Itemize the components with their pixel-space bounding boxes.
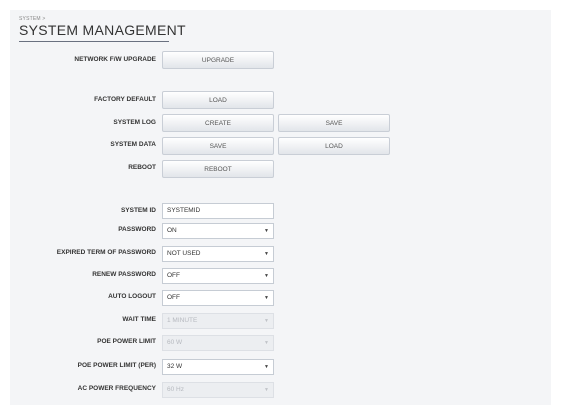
upgrade-button[interactable]: UPGRADE — [162, 51, 274, 69]
system-data-save-button[interactable]: SAVE — [162, 137, 274, 155]
poe-power-limit-port-value: 32 W — [167, 363, 183, 370]
system-management-panel: SYSTEM > SYSTEM MANAGEMENT NETWORK F/W U… — [10, 10, 551, 405]
chevron-down-icon: ▼ — [264, 251, 269, 257]
chevron-down-icon: ▼ — [264, 364, 269, 370]
ac-power-frequency-label: AC POWER FREQUENCY — [77, 385, 156, 392]
expired-term-select[interactable]: NOT USED ▼ — [162, 246, 274, 262]
auto-logout-select[interactable]: OFF ▼ — [162, 290, 274, 306]
poe-power-limit-select: 60 W ▼ — [162, 335, 274, 351]
system-id-input[interactable]: SYSTEMID — [162, 203, 274, 219]
ac-power-frequency-select: 60 Hz ▼ — [162, 382, 274, 398]
chevron-down-icon: ▼ — [264, 295, 269, 301]
system-data-label: SYSTEM DATA — [110, 141, 156, 148]
chevron-down-icon: ▼ — [264, 387, 269, 393]
chevron-down-icon: ▼ — [264, 273, 269, 279]
system-log-label: SYSTEM LOG — [113, 119, 156, 126]
reboot-button[interactable]: REBOOT — [162, 160, 274, 178]
ac-power-frequency-value: 60 Hz — [167, 386, 184, 393]
poe-power-limit-port-select[interactable]: 32 W ▼ — [162, 359, 274, 375]
renew-password-value: OFF — [167, 272, 180, 279]
system-data-load-button[interactable]: LOAD — [278, 137, 390, 155]
system-log-create-button[interactable]: CREATE — [162, 114, 274, 132]
page-title: SYSTEM MANAGEMENT — [19, 22, 186, 38]
network-fw-upgrade-label: NETWORK F/W UPGRADE — [74, 56, 156, 63]
auto-logout-value: OFF — [167, 294, 180, 301]
factory-default-load-button[interactable]: LOAD — [162, 91, 274, 109]
wait-time-label: WAIT TIME — [122, 316, 156, 323]
reboot-label: REBOOT — [128, 164, 156, 171]
poe-power-limit-label: POE POWER LIMIT — [97, 338, 156, 345]
expired-term-value: NOT USED — [167, 250, 201, 257]
header-divider — [19, 41, 169, 42]
poe-power-limit-value: 60 W — [167, 339, 183, 346]
password-value: ON — [167, 227, 177, 234]
chevron-down-icon: ▼ — [264, 228, 269, 234]
wait-time-value: 1 MINUTE — [167, 317, 198, 324]
chevron-down-icon: ▼ — [264, 340, 269, 346]
system-log-save-button[interactable]: SAVE — [278, 114, 390, 132]
password-label: PASSWORD — [118, 226, 156, 233]
chevron-down-icon: ▼ — [264, 318, 269, 324]
system-id-label: SYSTEM ID — [120, 207, 156, 214]
page-header: SYSTEM > SYSTEM MANAGEMENT — [10, 10, 551, 44]
wait-time-select: 1 MINUTE ▼ — [162, 313, 274, 329]
renew-password-label: RENEW PASSWORD — [92, 271, 156, 278]
password-select[interactable]: ON ▼ — [162, 223, 274, 239]
expired-term-label: EXPIRED TERM OF PASSWORD — [56, 249, 156, 256]
factory-default-label: FACTORY DEFAULT — [94, 96, 156, 103]
renew-password-select[interactable]: OFF ▼ — [162, 268, 274, 284]
poe-power-limit-port-label: POE POWER LIMIT (PER) — [77, 362, 156, 369]
auto-logout-label: AUTO LOGOUT — [108, 293, 156, 300]
